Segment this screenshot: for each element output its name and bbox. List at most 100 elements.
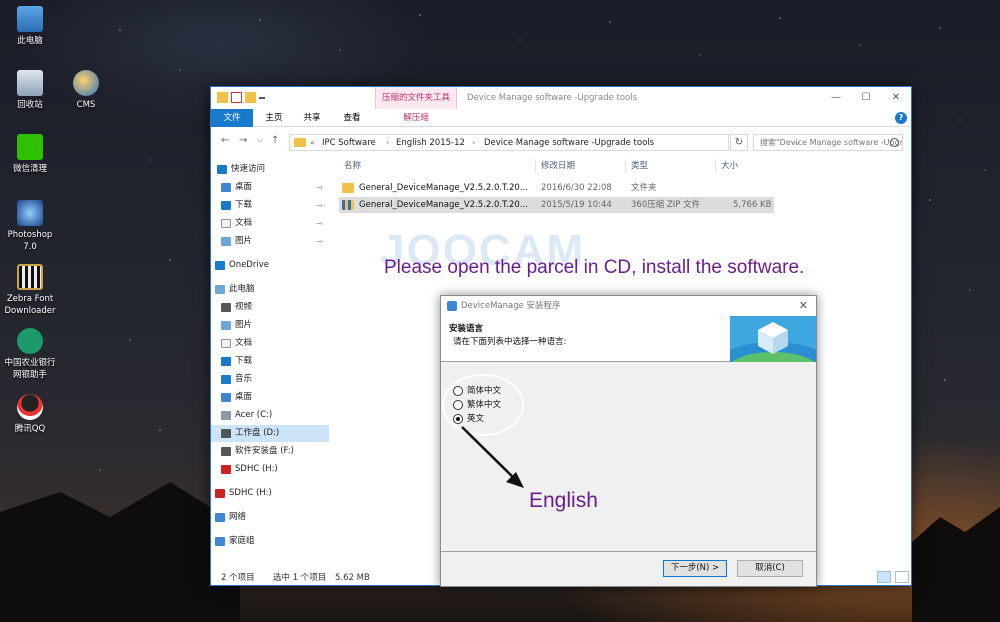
file-row[interactable]: General_DeviceManage_V2.5.2.0.T.20... 20… [339, 180, 774, 196]
ribbon-tabs: 文件 主页 共享 查看 解压缩 ? [211, 109, 911, 127]
desktop-icon-wechat-clean[interactable]: 微信清理 [0, 134, 60, 175]
tab-file[interactable]: 文件 [211, 109, 253, 127]
desktop-icon-this-pc[interactable]: 此电脑 [0, 6, 60, 47]
nav-item[interactable]: 软件安装盘 (F:) [211, 443, 329, 460]
computer-icon [215, 285, 225, 294]
installer-close-button[interactable]: ✕ [799, 296, 808, 316]
desktop-icon-recycle-bin[interactable]: 回收站 [0, 70, 60, 111]
column-header-name[interactable]: 名称 [344, 157, 361, 175]
next-button[interactable]: 下一步(N) > [663, 560, 727, 577]
nav-item[interactable]: 文档 [211, 335, 329, 352]
refresh-button[interactable]: ↻ [730, 134, 748, 151]
radio-simplified-chinese[interactable] [453, 386, 463, 396]
installer-dialog: DeviceManage 安装程序 ✕ 安装语言 请在下面列表中选择一种语言: … [440, 295, 817, 587]
nav-item[interactable]: 下载 [211, 353, 329, 370]
homegroup-icon [215, 537, 225, 546]
installer-banner-graphic [730, 316, 816, 362]
column-divider[interactable] [535, 159, 536, 173]
pin-icon: ⊸ [316, 183, 323, 192]
nav-item[interactable]: 桌面 [211, 389, 329, 406]
back-arrow-icon[interactable]: ← [221, 135, 229, 146]
nav-item[interactable]: 快速访问 [211, 161, 329, 178]
address-bar[interactable]: « IPC Software › English 2015-12 › Devic… [289, 134, 800, 151]
nav-item[interactable]: 家庭组 [211, 533, 329, 550]
nav-item[interactable]: SDHC (H:) [211, 461, 329, 478]
search-icon[interactable] [890, 138, 899, 147]
tab-extract[interactable]: 解压缩 [375, 109, 457, 127]
installer-divider [441, 551, 816, 552]
nav-item[interactable]: OneDrive [211, 257, 329, 274]
column-divider[interactable] [715, 159, 716, 173]
breadcrumb-overflow[interactable]: « [310, 135, 315, 151]
explorer-titlebar[interactable]: 压缩的文件夹工具 Device Manage software -Upgrade… [211, 87, 911, 109]
status-selected-count: 选中 1 个项目 [273, 573, 327, 583]
customize-qat-icon[interactable] [259, 92, 265, 99]
column-divider[interactable] [625, 159, 626, 173]
file-name: General_DeviceManage_V2.5.2.0.T.20... [359, 200, 528, 210]
nav-item-label: SDHC (H:) [235, 464, 278, 474]
minimize-button[interactable]: — [821, 87, 851, 109]
nav-item-label: SDHC (H:) [229, 488, 272, 498]
nav-item[interactable]: 图片 [211, 317, 329, 334]
file-row[interactable]: General_DeviceManage_V2.5.2.0.T.20... 20… [339, 197, 774, 213]
instruction-annotation: Please open the parcel in CD, install th… [384, 257, 805, 278]
breadcrumb-separator[interactable]: › [386, 135, 389, 151]
tab-view[interactable]: 查看 [337, 109, 367, 127]
onedrive-cloud-icon [215, 261, 225, 270]
drive-icon [221, 429, 231, 438]
desktop-icon-cms[interactable]: CMS [56, 70, 116, 111]
desktop-icon-photoshop[interactable]: Photoshop 7.0 [0, 200, 60, 253]
nav-item[interactable]: 此电脑 [211, 281, 329, 298]
document-icon [221, 339, 231, 348]
search-input[interactable]: 搜索"Device Manage software -Upgrade tools… [753, 134, 903, 151]
close-button[interactable]: ✕ [881, 87, 911, 109]
radio-label: 简体中文 [467, 386, 502, 396]
nav-item[interactable]: 视频 [211, 299, 329, 316]
zebra-font-icon [17, 264, 43, 290]
picture-icon [221, 237, 231, 246]
cancel-button[interactable]: 取消(C) [737, 560, 803, 577]
document-icon [221, 219, 231, 228]
nav-item[interactable]: 工作盘 (D:) [211, 425, 329, 442]
nav-item[interactable]: 下载 ⊸ [211, 197, 329, 214]
window-controls: — ☐ ✕ [821, 87, 911, 109]
picture-icon [221, 321, 231, 330]
desktop-icon-abc-bank[interactable]: 中国农业银行 网银助手 [0, 328, 60, 381]
radio-english[interactable] [453, 414, 463, 424]
installer-titlebar[interactable]: DeviceManage 安装程序 ✕ [441, 296, 816, 316]
maximize-button[interactable]: ☐ [851, 87, 881, 109]
nav-item[interactable]: SDHC (H:) [211, 485, 329, 502]
nav-item[interactable]: 网络 [211, 509, 329, 526]
cms-icon [73, 70, 99, 96]
details-view-icon[interactable] [877, 571, 891, 583]
column-header-size[interactable]: 大小 [721, 157, 738, 175]
nav-item[interactable]: 桌面 ⊸ [211, 179, 329, 196]
column-header-modified[interactable]: 修改日期 [541, 157, 575, 175]
qq-penguin-icon [17, 394, 43, 420]
column-header-type[interactable]: 类型 [631, 157, 648, 175]
nav-item[interactable]: 文档 ⊸ [211, 215, 329, 232]
address-row: ← → ⌵ ↑ « IPC Software › English 2015-12… [211, 131, 911, 153]
nav-item[interactable]: 音乐 [211, 371, 329, 388]
new-folder-icon[interactable] [245, 92, 256, 103]
tab-home[interactable]: 主页 [259, 109, 289, 127]
properties-icon[interactable] [231, 92, 242, 103]
nav-item[interactable]: Acer (C:) [211, 407, 329, 424]
nav-item[interactable]: 图片 ⊸ [211, 233, 329, 250]
tab-share[interactable]: 共享 [297, 109, 327, 127]
forward-arrow-icon[interactable]: → [239, 135, 247, 146]
status-item-count: 2 个项目 [221, 573, 255, 583]
breadcrumb-device-manage[interactable]: Device Manage software -Upgrade tools [484, 135, 654, 151]
breadcrumb-ipc-software[interactable]: IPC Software [322, 135, 376, 151]
large-icons-view-icon[interactable] [895, 571, 909, 583]
desktop-icon-qq[interactable]: 腾讯QQ [0, 394, 60, 435]
nav-item-label: 软件安装盘 (F:) [235, 446, 294, 456]
breadcrumb-separator[interactable]: › [472, 135, 475, 151]
up-arrow-icon[interactable]: ↑ [271, 135, 279, 146]
recent-locations-icon[interactable]: ⌵ [257, 135, 263, 145]
radio-traditional-chinese[interactable] [453, 400, 463, 410]
nav-item-label: 下载 [235, 356, 253, 366]
help-icon[interactable]: ? [895, 112, 907, 124]
desktop-icon-zebra-font[interactable]: Zebra Font Downloader [0, 264, 60, 317]
breadcrumb-english-2015-12[interactable]: English 2015-12 [396, 135, 465, 151]
